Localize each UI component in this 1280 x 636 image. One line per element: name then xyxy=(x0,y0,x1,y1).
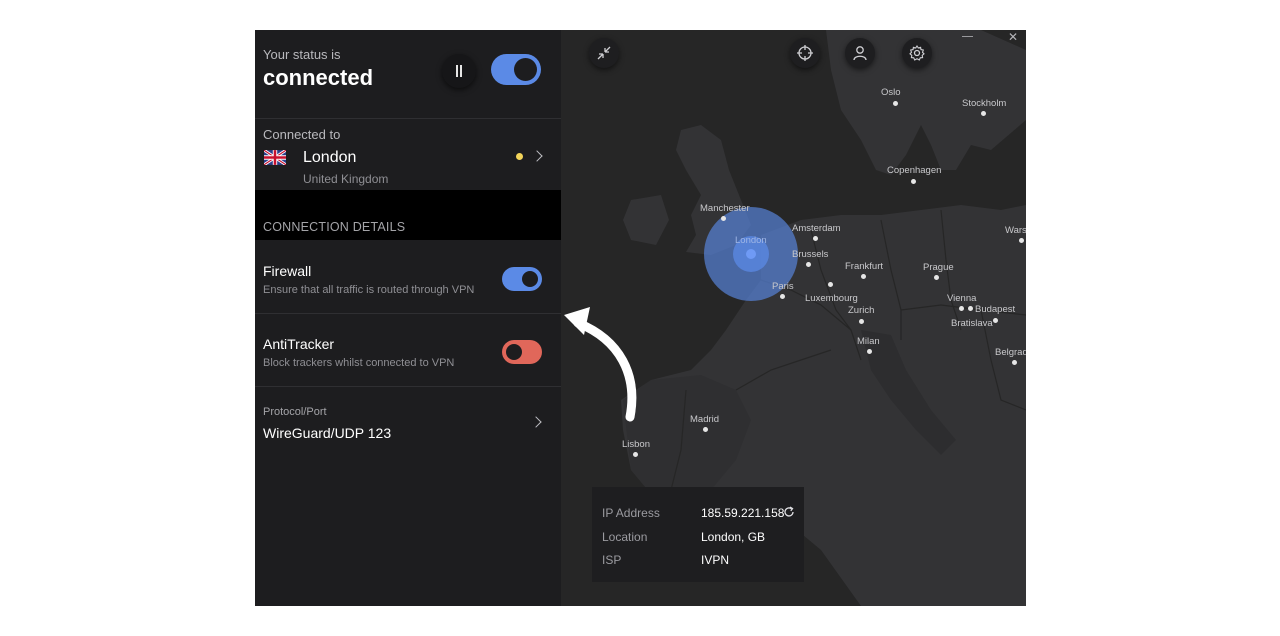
antitracker-row: AntiTracker Block trackers whilst connec… xyxy=(255,314,561,387)
server-city: London xyxy=(303,149,357,166)
firewall-title: Firewall xyxy=(263,263,312,279)
city-dot[interactable] xyxy=(1012,360,1017,365)
city-dot[interactable] xyxy=(861,274,866,279)
left-panel: Your status is connected Connected to Lo… xyxy=(255,30,561,606)
city-dot[interactable] xyxy=(893,101,898,106)
firewall-toggle[interactable] xyxy=(502,267,542,291)
city-label: Luxembourg xyxy=(805,293,858,304)
isp-value: IVPN xyxy=(701,553,730,567)
connection-details-header: CONNECTION DETAILS xyxy=(255,190,561,240)
protocol-value: WireGuard/UDP 123 xyxy=(263,425,392,441)
city-dot[interactable] xyxy=(968,306,973,311)
connected-to-label: Connected to xyxy=(263,127,341,142)
city-dot[interactable] xyxy=(1019,238,1024,243)
city-label: Belgrade xyxy=(995,347,1026,358)
city-label: Prague xyxy=(923,262,954,273)
isp-label: ISP xyxy=(602,553,622,567)
city-label: London xyxy=(735,235,767,246)
city-dot[interactable] xyxy=(721,216,726,221)
ip-address-value: 185.59.221.158 xyxy=(701,506,785,520)
city-dot[interactable] xyxy=(703,427,708,432)
status-label: Your status is xyxy=(263,47,341,62)
city-label: Paris xyxy=(772,281,794,292)
city-label: Bratislava xyxy=(951,318,993,329)
compress-view-button[interactable] xyxy=(589,38,619,68)
city-dot[interactable] xyxy=(813,236,818,241)
connection-info-box: IP Address 185.59.221.158 Location Londo… xyxy=(592,487,804,582)
city-dot[interactable] xyxy=(959,306,964,311)
city-dot[interactable] xyxy=(993,318,998,323)
uk-flag-icon xyxy=(264,150,286,165)
account-button[interactable] xyxy=(845,38,875,68)
ip-address-label: IP Address xyxy=(602,506,660,520)
status-section: Your status is connected xyxy=(255,30,561,119)
antitracker-description: Block trackers whilst connected to VPN xyxy=(263,357,455,369)
settings-button[interactable] xyxy=(902,38,932,68)
city-dot[interactable] xyxy=(828,282,833,287)
firewall-row: Firewall Ensure that all traffic is rout… xyxy=(255,241,561,314)
city-label: Vienna xyxy=(947,293,977,304)
city-label: Budapest xyxy=(975,304,1016,315)
toggle-knob xyxy=(506,344,522,360)
city-label: Frankfurt xyxy=(845,261,884,272)
toggle-knob xyxy=(514,58,537,81)
city-dot[interactable] xyxy=(780,294,785,299)
city-label: Oslo xyxy=(881,87,901,98)
center-location-button[interactable] xyxy=(790,38,820,68)
user-icon xyxy=(853,46,867,61)
city-dot[interactable] xyxy=(981,111,986,116)
city-dot[interactable] xyxy=(859,319,864,324)
server-country: United Kingdom xyxy=(303,172,389,186)
antitracker-title: AntiTracker xyxy=(263,336,335,352)
protocol-selector[interactable]: Protocol/Port WireGuard/UDP 123 xyxy=(255,387,561,467)
city-label: Brussels xyxy=(792,249,829,260)
city-label: Manchester xyxy=(700,203,750,214)
city-dot[interactable] xyxy=(806,262,811,267)
city-label: Milan xyxy=(857,336,880,347)
minimize-icon[interactable] xyxy=(962,36,973,37)
location-value: London, GB xyxy=(701,530,766,544)
antitracker-toggle[interactable] xyxy=(502,340,542,364)
server-selector[interactable]: Connected to London United Kingdom xyxy=(255,118,561,190)
city-label: Amsterdam xyxy=(792,223,841,234)
city-label: Lisbon xyxy=(622,439,650,450)
refresh-icon[interactable] xyxy=(783,506,795,518)
server-load-indicator xyxy=(516,153,523,160)
city-dot[interactable] xyxy=(934,275,939,280)
chevron-right-icon xyxy=(531,150,543,162)
city-label: Stockholm xyxy=(962,98,1007,109)
city-dot[interactable] xyxy=(633,452,638,457)
connection-details-title: CONNECTION DETAILS xyxy=(263,220,406,234)
target-icon xyxy=(797,45,813,61)
toggle-knob xyxy=(522,271,538,287)
protocol-label: Protocol/Port xyxy=(263,406,327,418)
city-dot[interactable] xyxy=(867,349,872,354)
city-label: Copenhagen xyxy=(887,165,942,176)
location-label: Location xyxy=(602,530,648,544)
curved-arrow-icon xyxy=(564,307,637,422)
city-dot[interactable] xyxy=(911,179,916,184)
compress-icon xyxy=(597,46,611,60)
chevron-right-icon xyxy=(530,416,542,428)
city-label: Warsaw xyxy=(1005,225,1026,236)
firewall-description: Ensure that all traffic is routed throug… xyxy=(263,284,475,296)
pause-button[interactable] xyxy=(442,54,476,88)
status-value: connected xyxy=(263,65,374,90)
city-label: Madrid xyxy=(690,414,720,425)
close-icon[interactable]: ✕ xyxy=(1008,30,1018,44)
connection-toggle[interactable] xyxy=(491,54,541,85)
gear-icon xyxy=(909,45,925,61)
city-label: Zurich xyxy=(848,305,875,316)
